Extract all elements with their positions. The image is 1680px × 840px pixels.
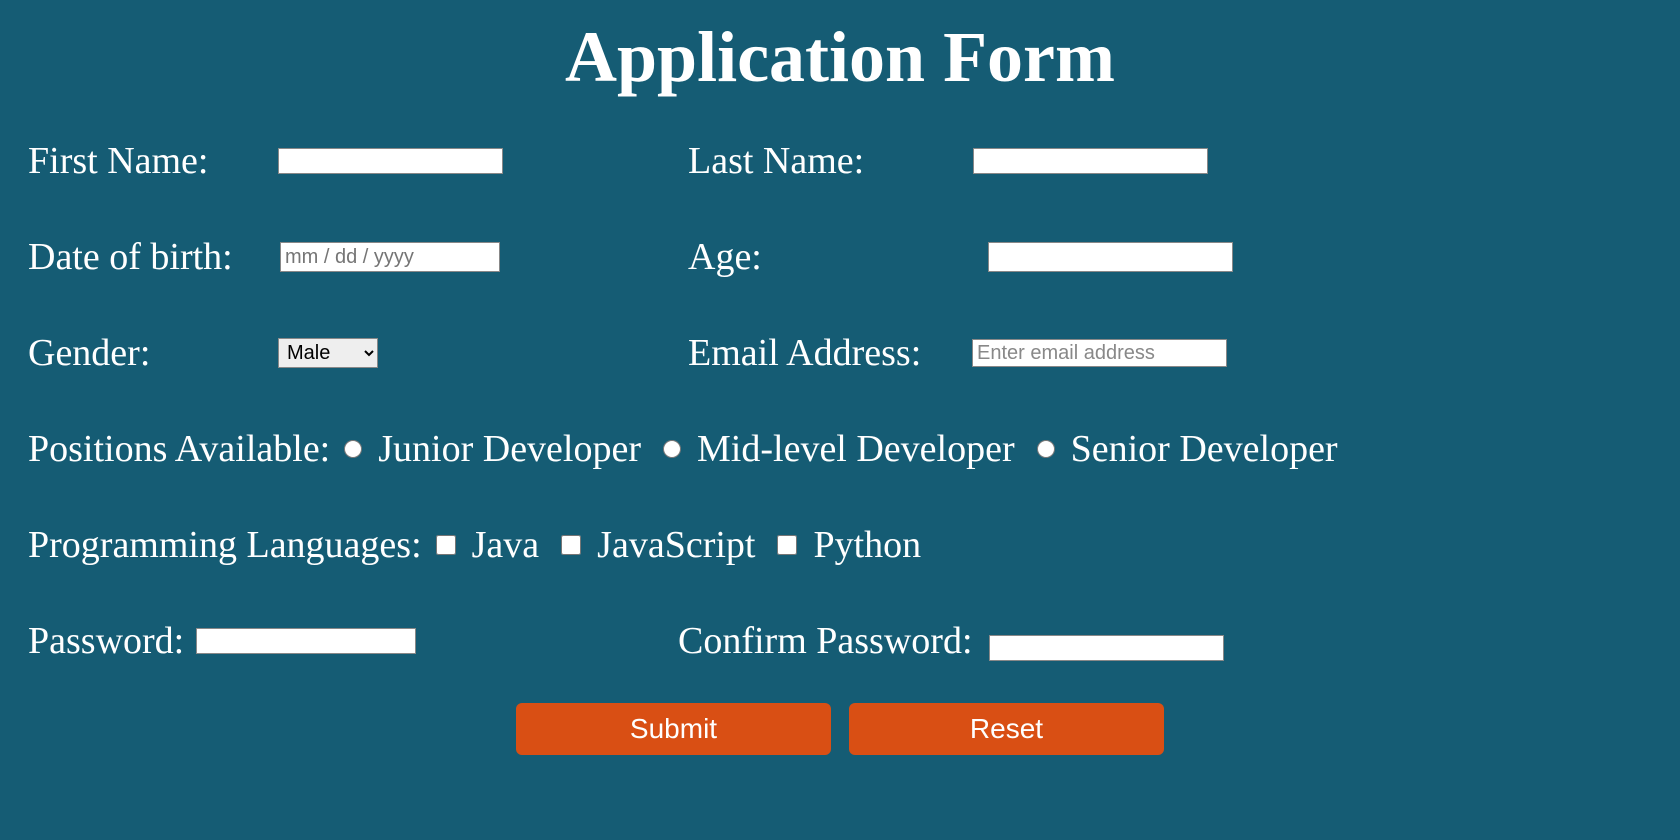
dob-label: Date of birth: bbox=[28, 235, 280, 279]
row-positions: Positions Available: Junior Developer Mi… bbox=[28, 427, 1652, 471]
row-gender-email: Gender: Male Email Address: bbox=[28, 331, 1652, 375]
dob-input[interactable] bbox=[280, 242, 500, 272]
confirm-password-input[interactable] bbox=[989, 635, 1224, 661]
password-input[interactable] bbox=[196, 628, 416, 654]
language-checkbox-java[interactable] bbox=[436, 535, 456, 555]
position-radio-junior[interactable] bbox=[344, 440, 362, 458]
button-row: Submit Reset bbox=[28, 703, 1652, 755]
language-label-java: Java bbox=[472, 523, 540, 567]
position-label-junior: Junior Developer bbox=[378, 427, 641, 471]
page-title: Application Form bbox=[28, 0, 1652, 139]
position-label-mid: Mid-level Developer bbox=[697, 427, 1015, 471]
email-input[interactable] bbox=[972, 339, 1227, 367]
row-name: First Name: Last Name: bbox=[28, 139, 1652, 183]
positions-label: Positions Available: bbox=[28, 427, 330, 471]
language-label-javascript: JavaScript bbox=[597, 523, 755, 567]
row-languages: Programming Languages: Java JavaScript P… bbox=[28, 523, 1652, 567]
last-name-label: Last Name: bbox=[688, 139, 973, 183]
row-password: Password: Confirm Password: bbox=[28, 619, 1652, 663]
reset-button[interactable]: Reset bbox=[849, 703, 1164, 755]
row-dob-age: Date of birth: Age: bbox=[28, 235, 1652, 279]
submit-button[interactable]: Submit bbox=[516, 703, 831, 755]
password-label: Password: bbox=[28, 619, 184, 663]
age-input[interactable] bbox=[988, 242, 1233, 272]
gender-select[interactable]: Male bbox=[278, 338, 378, 368]
position-radio-mid[interactable] bbox=[663, 440, 681, 458]
age-label: Age: bbox=[688, 235, 988, 279]
position-label-senior: Senior Developer bbox=[1071, 427, 1338, 471]
email-label: Email Address: bbox=[688, 331, 968, 375]
language-label-python: Python bbox=[813, 523, 921, 567]
last-name-input[interactable] bbox=[973, 148, 1208, 174]
gender-label: Gender: bbox=[28, 331, 278, 375]
first-name-label: First Name: bbox=[28, 139, 278, 183]
language-checkbox-javascript[interactable] bbox=[561, 535, 581, 555]
language-checkbox-python[interactable] bbox=[777, 535, 797, 555]
languages-label: Programming Languages: bbox=[28, 523, 422, 567]
first-name-input[interactable] bbox=[278, 148, 503, 174]
position-radio-senior[interactable] bbox=[1037, 440, 1055, 458]
confirm-password-label: Confirm Password: bbox=[678, 620, 973, 662]
